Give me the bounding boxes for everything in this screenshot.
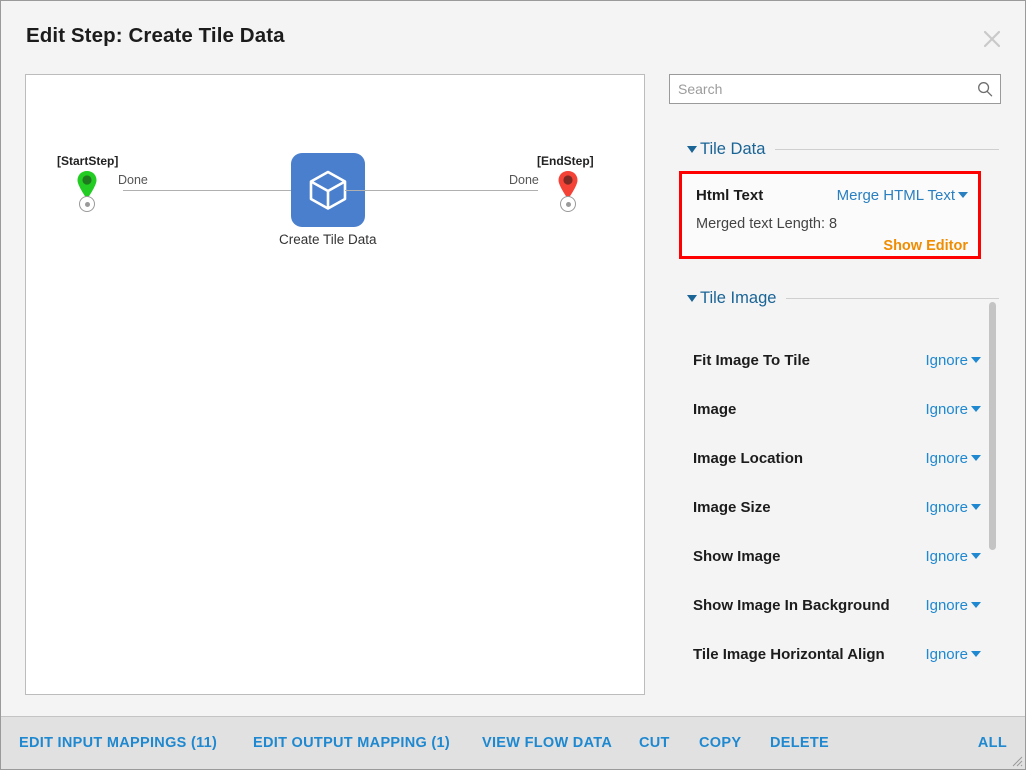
property-label-html-text: Html Text: [696, 187, 764, 204]
property-value[interactable]: Ignore: [925, 499, 981, 516]
end-step-port[interactable]: [560, 196, 576, 212]
property-row[interactable]: Image Size Ignore: [693, 495, 981, 519]
resize-grip-icon[interactable]: [1009, 753, 1023, 767]
connector-label-start: Done: [118, 173, 148, 187]
connector-step-to-end: [345, 190, 538, 191]
show-editor-link[interactable]: Show Editor: [883, 238, 968, 254]
chevron-down-icon: [971, 552, 981, 559]
dialog-footer: EDIT INPUT MAPPINGS (11) EDIT OUTPUT MAP…: [1, 716, 1025, 769]
section-header-tile-data[interactable]: Tile Data: [687, 139, 999, 159]
panel-scrollbar[interactable]: [987, 302, 997, 695]
end-step-label: [EndStep]: [537, 154, 594, 168]
property-value[interactable]: Ignore: [925, 352, 981, 369]
chevron-down-icon: [971, 356, 981, 363]
section-title-tile-data: Tile Data: [700, 139, 766, 158]
property-label: Fit Image To Tile: [693, 351, 810, 369]
chevron-down-icon: [971, 454, 981, 461]
property-value-text: Ignore: [925, 449, 968, 467]
property-label: Image Location: [693, 449, 804, 467]
close-icon[interactable]: [975, 22, 1009, 56]
property-value[interactable]: Ignore: [925, 548, 981, 565]
chevron-down-icon: [687, 294, 697, 302]
property-row[interactable]: Image Ignore: [693, 397, 981, 421]
chevron-down-icon: [971, 601, 981, 608]
property-value-text: Ignore: [925, 498, 968, 516]
property-row[interactable]: Show Image Ignore: [693, 544, 981, 568]
property-label: Show Image In Background: [693, 596, 890, 614]
property-label: Tile Image Horizontal Align: [693, 645, 885, 663]
section-header-tile-image[interactable]: Tile Image: [687, 288, 999, 308]
connector-label-end: Done: [509, 173, 539, 187]
edit-input-mappings-button[interactable]: EDIT INPUT MAPPINGS (11): [19, 717, 217, 769]
search-icon[interactable]: [977, 81, 993, 97]
start-step-port[interactable]: [79, 196, 95, 212]
property-value[interactable]: Ignore: [925, 646, 981, 663]
chevron-down-icon: [971, 503, 981, 510]
properties-panel: Tile Data Html Text Merge HTML Text Merg…: [661, 74, 1009, 695]
page-title: Edit Step: Create Tile Data: [26, 24, 285, 47]
chevron-down-icon: [687, 145, 697, 153]
property-label: Image Size: [693, 498, 771, 516]
property-row[interactable]: Show Image In Background Ignore: [693, 593, 981, 617]
section-divider: [786, 297, 999, 299]
property-value-merge-html-text[interactable]: Merge HTML Text: [837, 187, 968, 204]
flow-canvas[interactable]: [StartStep] Done Create Tile Data Done […: [25, 74, 645, 695]
property-row[interactable]: Tile Image Horizontal Align Ignore: [693, 642, 981, 666]
search-input[interactable]: [670, 75, 970, 103]
dialog-titlebar: Edit Step: Create Tile Data: [1, 1, 1025, 73]
cut-button[interactable]: CUT: [639, 717, 670, 769]
property-value-text: Merge HTML Text: [836, 187, 955, 204]
property-html-text[interactable]: Html Text Merge HTML Text Merged text Le…: [679, 171, 981, 259]
property-value[interactable]: Ignore: [925, 401, 981, 418]
property-value-text: Ignore: [925, 596, 968, 614]
property-value-text: Ignore: [925, 400, 968, 418]
chevron-down-icon: [958, 192, 968, 199]
property-value[interactable]: Ignore: [925, 450, 981, 467]
property-value-text: Ignore: [925, 547, 968, 565]
edit-step-dialog: Edit Step: Create Tile Data [StartStep] …: [0, 0, 1026, 770]
panel-scrollbar-thumb[interactable]: [989, 302, 996, 550]
section-title-tile-image: Tile Image: [700, 288, 777, 307]
property-label: Show Image: [693, 547, 781, 565]
step-node-caption: Create Tile Data: [279, 232, 377, 247]
property-row[interactable]: Image Location Ignore: [693, 446, 981, 470]
section-divider: [775, 148, 999, 150]
property-label: Image: [693, 400, 737, 418]
property-row[interactable]: Fit Image To Tile Ignore: [693, 348, 981, 372]
search-box[interactable]: [669, 74, 1001, 104]
start-step-label: [StartStep]: [57, 154, 119, 168]
chevron-down-icon: [971, 405, 981, 412]
connector-start-to-step: [123, 190, 307, 191]
property-detail-merged-length: Merged text Length: 8: [696, 216, 838, 232]
delete-button[interactable]: DELETE: [770, 717, 829, 769]
property-value-text: Ignore: [925, 351, 968, 369]
property-list-tile-image: Fit Image To Tile Ignore Image Ignore Im…: [661, 340, 1009, 695]
property-value[interactable]: Ignore: [925, 597, 981, 614]
property-value-text: Ignore: [925, 645, 968, 663]
copy-button[interactable]: COPY: [699, 717, 741, 769]
chevron-down-icon: [971, 650, 981, 657]
all-button[interactable]: ALL: [978, 717, 1007, 769]
edit-output-mapping-button[interactable]: EDIT OUTPUT MAPPING (1): [253, 717, 450, 769]
view-flow-data-button[interactable]: VIEW FLOW DATA: [482, 717, 612, 769]
